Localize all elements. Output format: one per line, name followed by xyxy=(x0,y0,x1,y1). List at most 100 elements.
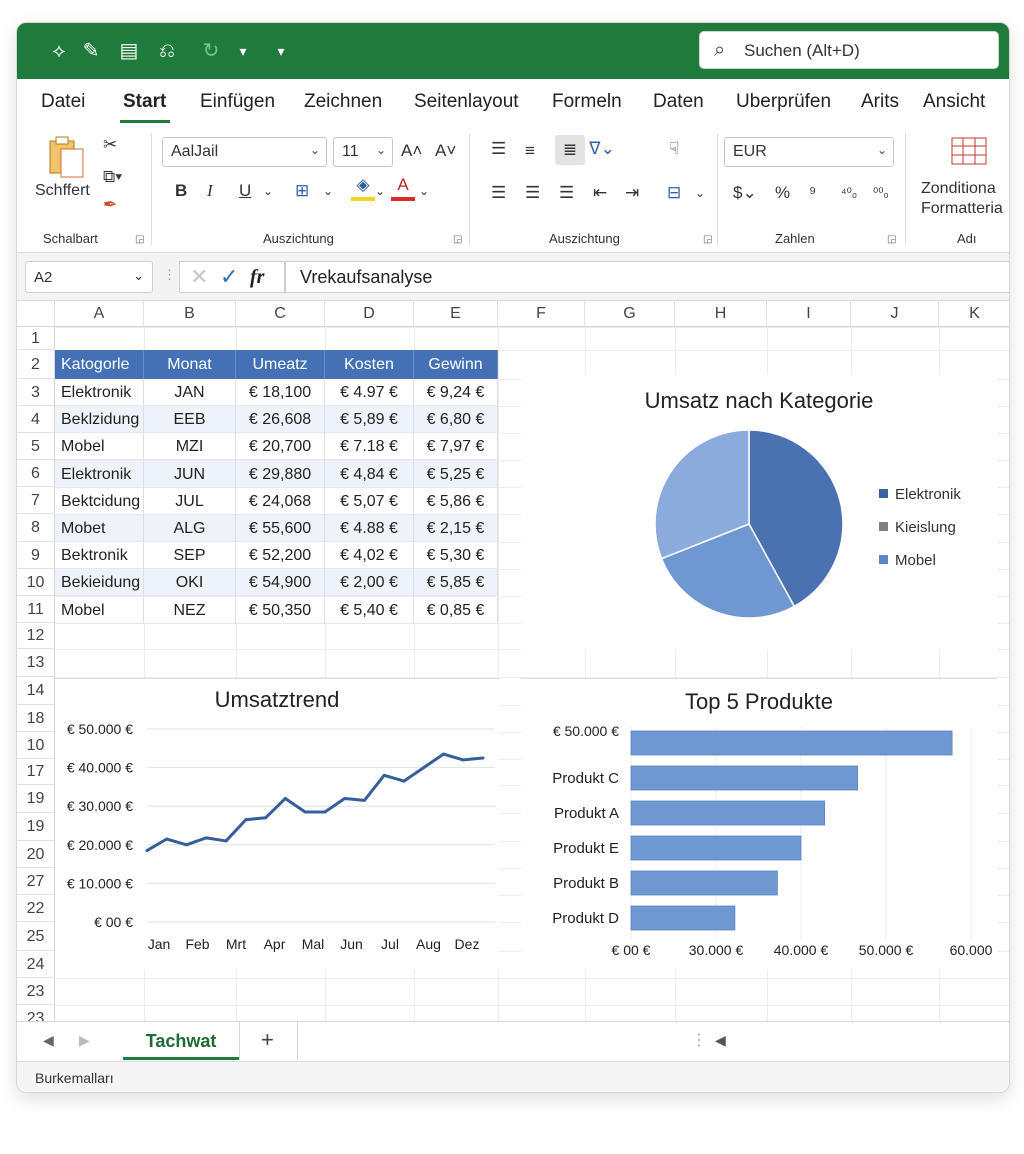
table-cell[interactable]: Mobet xyxy=(55,515,144,542)
column-header[interactable]: A xyxy=(55,301,144,327)
save-icon[interactable]: ▤ xyxy=(115,37,143,65)
tab-einfuegen[interactable]: Einfügen xyxy=(200,91,275,113)
tab-zeichnen[interactable]: Zeichnen xyxy=(304,91,382,113)
tab-ueberpruefen[interactable]: Uberprüfen xyxy=(736,91,831,113)
tab-arits[interactable]: Arits xyxy=(861,91,899,113)
column-header[interactable]: D xyxy=(325,301,414,327)
table-cell[interactable]: Bektronik xyxy=(55,542,144,570)
data-point[interactable] xyxy=(224,839,228,843)
row-header[interactable]: 11 xyxy=(17,596,55,623)
row-header[interactable]: 19 xyxy=(17,813,55,841)
table-cell[interactable]: € 7,97 € xyxy=(414,433,498,461)
table-cell[interactable]: € 54,900 xyxy=(236,569,325,597)
table-cell[interactable]: € 20,700 xyxy=(236,433,325,461)
row-header[interactable]: 2 xyxy=(17,350,55,379)
customize-dropdown-icon[interactable]: ▾ xyxy=(229,37,257,65)
align-left-icon[interactable]: ☰ xyxy=(491,181,506,205)
table-cell[interactable]: € 5,89 € xyxy=(325,406,414,434)
table-cell[interactable]: € 4.97 € xyxy=(325,379,414,406)
copy-icon[interactable]: ⧉▾ xyxy=(103,165,122,189)
wrap-text-icon[interactable]: ☟ xyxy=(669,137,679,161)
table-cell[interactable]: € 55,600 xyxy=(236,515,325,542)
bar-produkt-e[interactable] xyxy=(630,835,802,861)
more-options-icon[interactable]: ⋮ xyxy=(163,267,176,283)
increase-font-icon[interactable]: A˄ xyxy=(401,139,422,163)
borders-icon[interactable]: ⊞ xyxy=(295,179,309,203)
align-top-icon[interactable]: ☰ xyxy=(491,137,506,161)
data-point[interactable] xyxy=(244,818,248,822)
table-cell[interactable]: € 4,02 € xyxy=(325,542,414,570)
data-point[interactable] xyxy=(382,773,386,777)
column-header[interactable]: J xyxy=(851,301,939,327)
data-point[interactable] xyxy=(402,779,406,783)
chevron-down-icon[interactable]: ⌄ xyxy=(419,179,429,203)
enter-icon[interactable]: ✓ xyxy=(220,264,238,290)
chevron-down-icon[interactable]: ⌄ xyxy=(695,181,705,205)
tab-seitenlayout[interactable]: Seitenlayout xyxy=(414,91,519,113)
column-header[interactable]: H xyxy=(675,301,767,327)
merge-center-icon[interactable]: ⊟ xyxy=(667,181,681,205)
data-point[interactable] xyxy=(165,837,169,841)
bar-top[interactable] xyxy=(630,730,953,756)
table-cell[interactable]: SEP xyxy=(144,542,236,570)
data-point[interactable] xyxy=(422,766,426,770)
row-header[interactable]: 10 xyxy=(17,569,55,596)
underline-icon[interactable]: U xyxy=(239,179,251,203)
cut-icon[interactable]: ✂ xyxy=(103,133,117,157)
more-commands-icon[interactable]: ▾ xyxy=(267,37,295,65)
data-point[interactable] xyxy=(145,849,149,853)
decrease-decimal-icon[interactable]: ⁰⁰₀ xyxy=(873,181,889,205)
row-header[interactable]: 25 xyxy=(17,922,55,951)
chevron-down-icon[interactable]: ⌄ xyxy=(263,179,273,203)
chevron-down-icon[interactable]: ⌄ xyxy=(323,179,333,203)
column-header[interactable]: I xyxy=(767,301,851,327)
table-cell[interactable]: € 6,80 € xyxy=(414,406,498,434)
table-cell[interactable]: € 50,350 xyxy=(236,596,325,624)
column-header[interactable]: G xyxy=(585,301,675,327)
table-cell[interactable]: € 2,00 € xyxy=(325,569,414,597)
table-cell[interactable]: ALG xyxy=(144,515,236,542)
comma-style-icon[interactable]: ⁹ xyxy=(809,181,816,205)
tab-datei[interactable]: Datei xyxy=(41,91,85,113)
column-header[interactable]: F xyxy=(498,301,585,327)
table-header[interactable]: Gewinn xyxy=(414,350,498,379)
row-header[interactable]: 3 xyxy=(17,379,55,406)
number-launcher-icon[interactable]: ◲ xyxy=(887,234,896,245)
row-header[interactable]: 18 xyxy=(17,705,55,732)
row-header[interactable]: 8 xyxy=(17,514,55,542)
insert-function-icon[interactable]: fr xyxy=(250,266,264,289)
touch-mode-icon[interactable]: ✎ xyxy=(77,37,105,65)
data-point[interactable] xyxy=(264,816,268,820)
row-header[interactable]: 12 xyxy=(17,623,55,649)
table-header[interactable]: Monat xyxy=(144,350,236,379)
table-cell[interactable]: € 7.18 € xyxy=(325,433,414,461)
decrease-font-icon[interactable]: A˅ xyxy=(435,139,456,163)
paste-icon[interactable] xyxy=(47,135,87,179)
tab-start[interactable]: Start xyxy=(123,91,166,113)
fill-color-icon[interactable]: ◈ xyxy=(351,173,375,201)
select-all-corner[interactable] xyxy=(17,301,55,327)
orientation-icon[interactable]: ᐁ⌄ xyxy=(589,137,615,161)
row-header[interactable]: 24 xyxy=(17,951,55,978)
data-point[interactable] xyxy=(481,756,485,760)
table-cell[interactable]: € 5,85 € xyxy=(414,569,498,597)
table-cell[interactable]: Elektronik xyxy=(55,379,144,406)
row-header[interactable]: 17 xyxy=(17,759,55,785)
tab-formeln[interactable]: Formeln xyxy=(552,91,622,113)
row-header[interactable]: 1 xyxy=(17,327,55,350)
row-header[interactable]: 4 xyxy=(17,406,55,433)
row-header[interactable]: 27 xyxy=(17,868,55,895)
align-right-icon[interactable]: ☰ xyxy=(559,181,574,205)
row-header[interactable]: 13 xyxy=(17,649,55,677)
data-point[interactable] xyxy=(283,796,287,800)
bar-produkt-a[interactable] xyxy=(630,800,826,826)
bar-produkt-d[interactable] xyxy=(630,905,736,931)
table-cell[interactable]: € 29,880 xyxy=(236,460,325,488)
data-point[interactable] xyxy=(204,836,208,840)
search-box[interactable]: ⌕ Suchen (Alt+D) xyxy=(699,31,999,69)
table-cell[interactable]: EEB xyxy=(144,406,236,434)
bar-produkt-b[interactable] xyxy=(630,870,778,896)
sheet-tab-active[interactable]: Tachwat xyxy=(123,1022,239,1060)
table-cell[interactable]: € 4,84 € xyxy=(325,460,414,488)
table-header[interactable]: Kosten xyxy=(325,350,414,379)
